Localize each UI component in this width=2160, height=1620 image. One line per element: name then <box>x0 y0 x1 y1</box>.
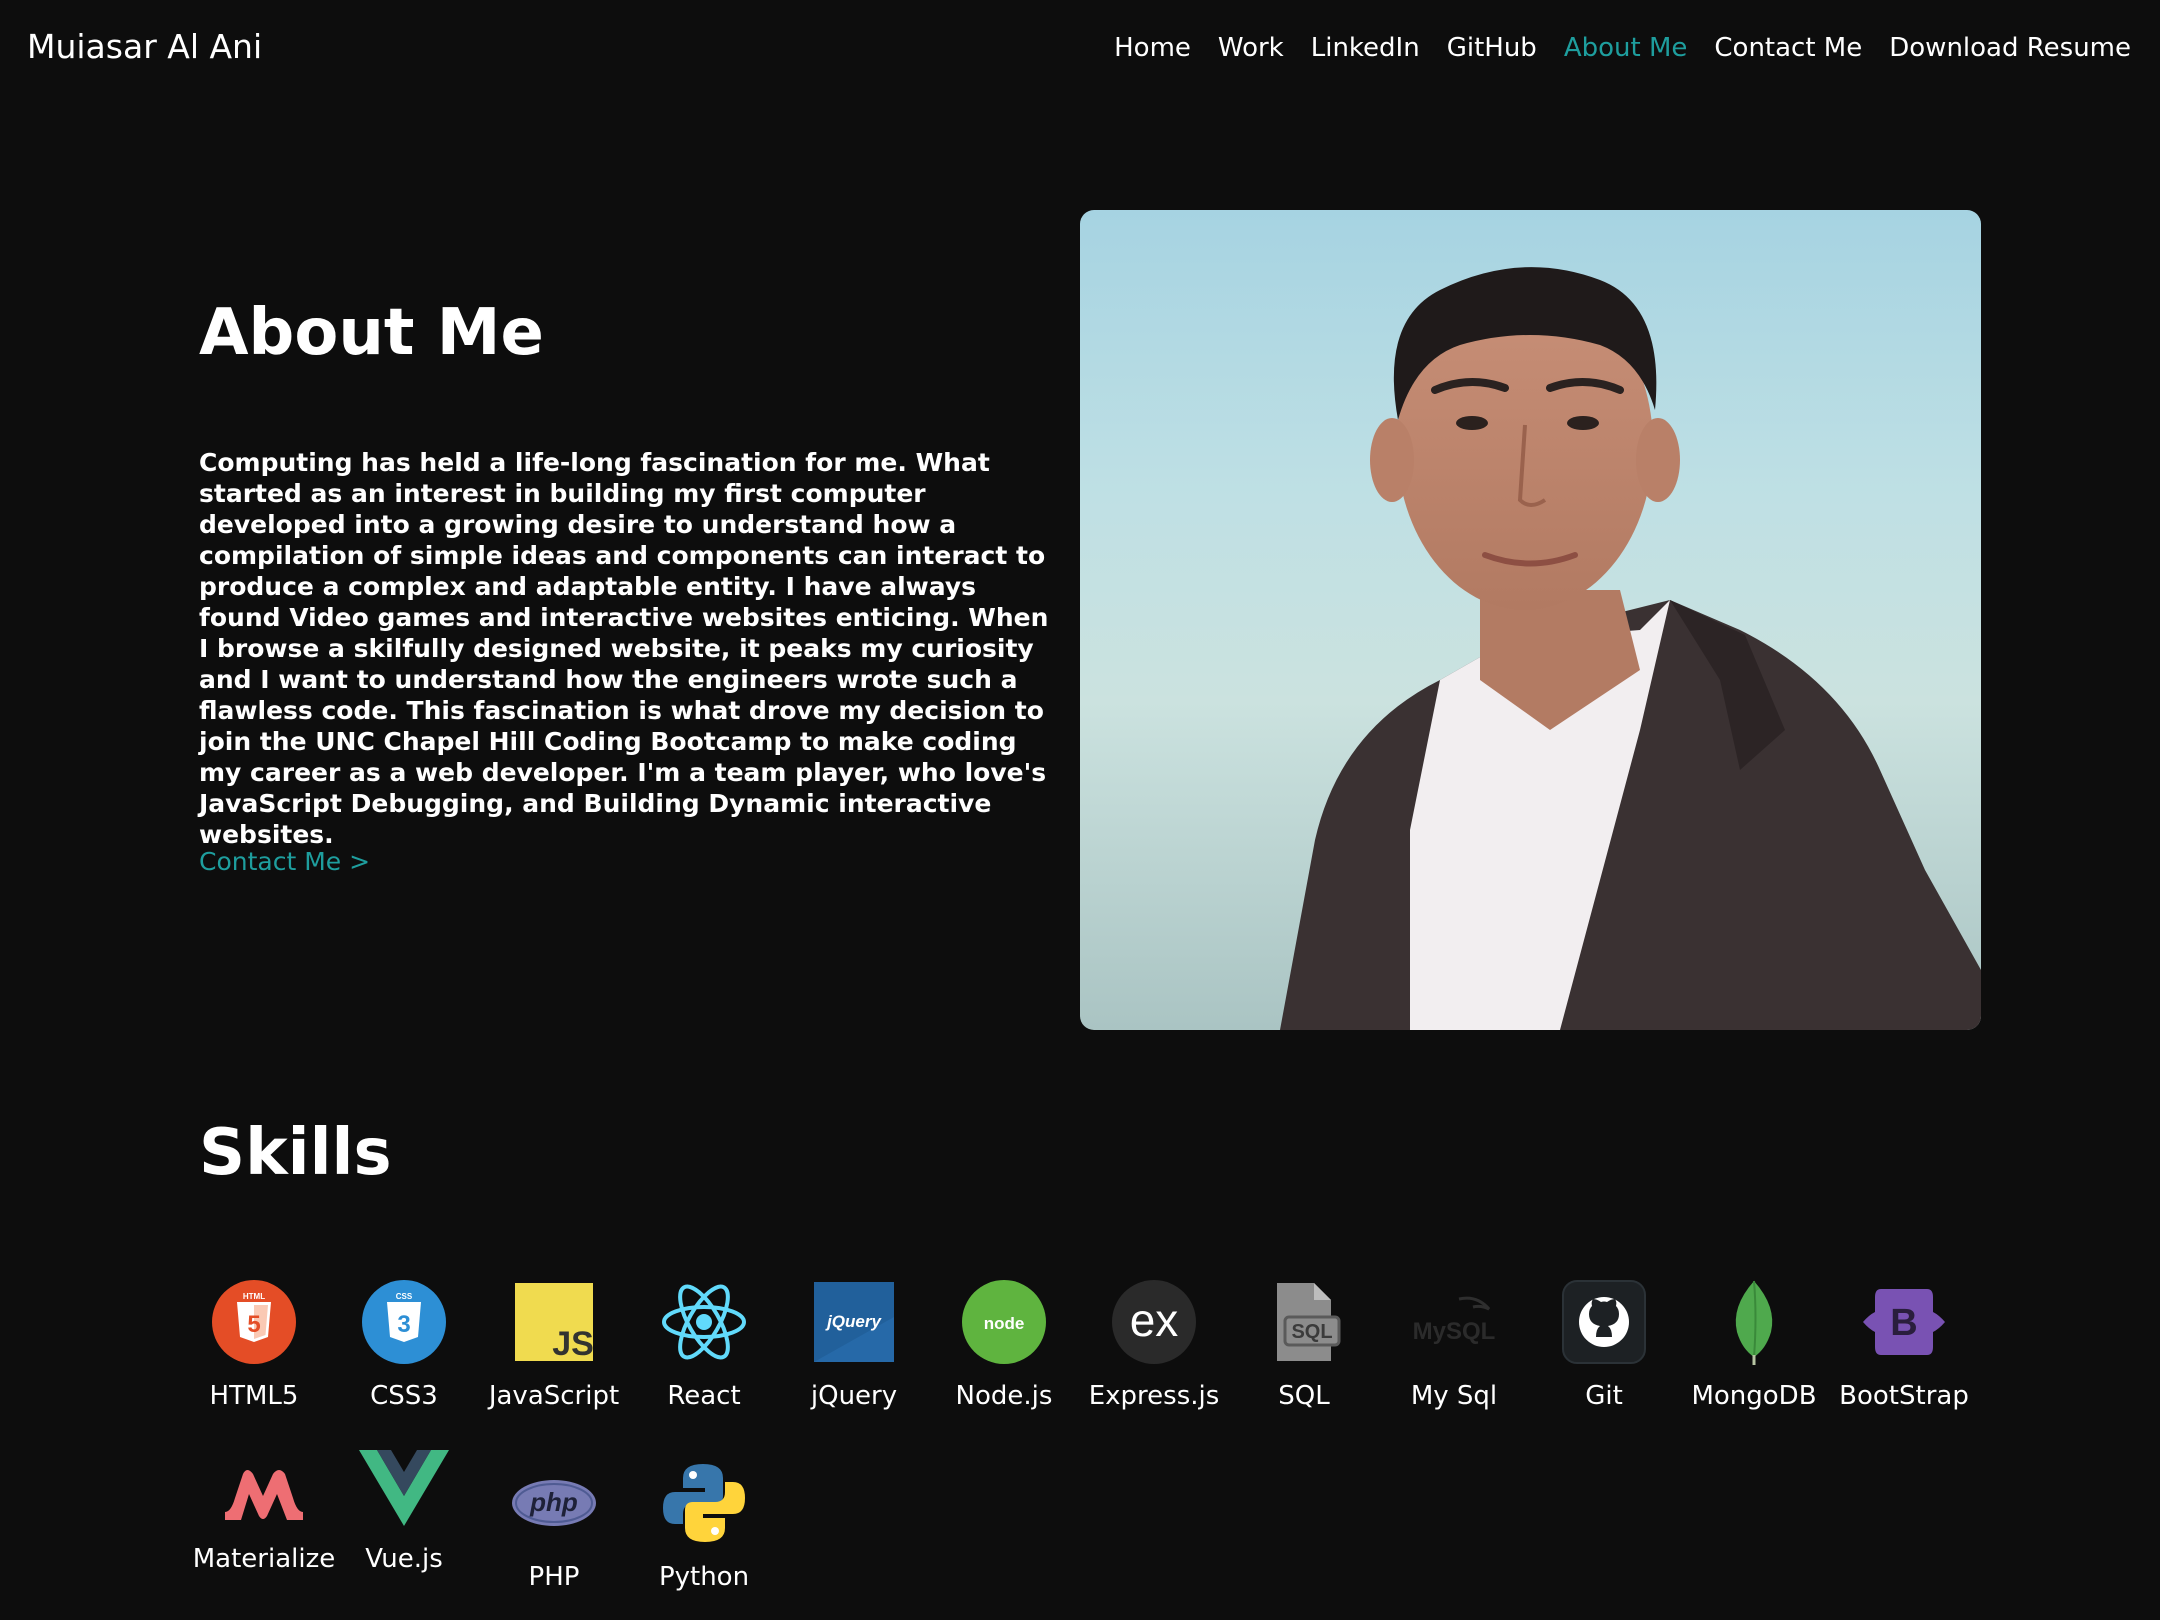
vuejs-icon <box>359 1450 449 1526</box>
main-nav: Home Work LinkedIn GitHub About Me Conta… <box>1114 30 2131 66</box>
mysql-logo-text: MySQL <box>1413 1318 1496 1345</box>
nav-contact-me[interactable]: Contact Me <box>1714 30 1862 66</box>
skill-sql: SQL SQL <box>1229 1277 1379 1413</box>
php-logo-text: php <box>529 1487 578 1517</box>
nav-linkedin[interactable]: LinkedIn <box>1311 30 1420 66</box>
about-title: About Me <box>199 296 544 370</box>
nav-home[interactable]: Home <box>1114 30 1191 66</box>
html5-logo-text: HTML <box>243 1292 265 1301</box>
site-brand[interactable]: Muiasar Al Ani <box>27 27 262 67</box>
expressjs-icon: ex <box>1112 1280 1196 1364</box>
svg-text:5: 5 <box>247 1311 260 1338</box>
svg-text:3: 3 <box>397 1311 410 1338</box>
skill-label: My Sql <box>1410 1381 1498 1411</box>
skill-label: Express.js <box>1088 1381 1220 1411</box>
skill-label: PHP <box>528 1562 580 1592</box>
skill-react: React <box>629 1277 779 1413</box>
nav-work[interactable]: Work <box>1218 30 1284 66</box>
skill-label: Materialize <box>192 1544 336 1574</box>
skill-python: Python <box>629 1458 779 1594</box>
skill-jquery: jQuery jQuery <box>779 1277 929 1413</box>
skill-javascript: JS JavaScript <box>479 1277 629 1413</box>
profile-photo-illustration <box>1280 267 1981 1030</box>
skill-expressjs: ex Express.js <box>1079 1277 1229 1413</box>
skill-mongodb: MongoDB <box>1679 1277 1829 1413</box>
javascript-icon: JS <box>515 1283 594 1363</box>
skill-label: React <box>667 1381 741 1411</box>
skill-materialize: Materialize <box>189 1440 339 1576</box>
skill-label: CSS3 <box>370 1381 438 1411</box>
materialize-icon <box>225 1470 303 1520</box>
about-paragraph: Computing has held a life-long fascinati… <box>199 448 1049 849</box>
skill-vuejs: Vue.js <box>329 1440 479 1576</box>
skill-label: Python <box>658 1562 750 1592</box>
css3-icon: CSS 3 <box>362 1280 446 1364</box>
skill-html5: HTML 5 HTML5 <box>179 1277 329 1413</box>
skill-label: BootStrap <box>1839 1381 1969 1411</box>
nav-github[interactable]: GitHub <box>1447 30 1537 66</box>
bootstrap-icon: B <box>1863 1289 1945 1355</box>
skill-git: Git <box>1529 1277 1679 1413</box>
mysql-icon: MySQL <box>1413 1296 1496 1345</box>
skill-label: Node.js <box>955 1381 1053 1411</box>
skill-php: php PHP <box>479 1458 629 1594</box>
skill-nodejs: node Node.js <box>929 1277 1079 1413</box>
skills-title: Skills <box>199 1116 392 1190</box>
javascript-logo-text: JS <box>552 1325 594 1363</box>
sql-file-icon: SQL <box>1277 1283 1341 1361</box>
nodejs-icon: node <box>962 1280 1046 1364</box>
jquery-logo-text: jQuery <box>825 1312 882 1331</box>
skill-label: Vue.js <box>365 1544 443 1574</box>
skill-label: SQL <box>1278 1381 1330 1411</box>
contact-me-link[interactable]: Contact Me > <box>199 845 370 879</box>
html5-icon: HTML 5 <box>212 1280 296 1364</box>
github-icon <box>1562 1280 1646 1364</box>
profile-photo <box>1080 210 1981 1030</box>
skill-bootstrap: B BootStrap <box>1829 1277 1979 1413</box>
skill-css3: CSS 3 CSS3 <box>329 1277 479 1413</box>
sql-logo-text: SQL <box>1291 1321 1332 1343</box>
css3-logo-text: CSS <box>396 1292 413 1301</box>
skill-label: Git <box>1585 1381 1623 1411</box>
python-icon <box>663 1464 745 1542</box>
jquery-icon: jQuery <box>814 1282 894 1362</box>
nav-about-me[interactable]: About Me <box>1564 30 1688 66</box>
nav-download-resume[interactable]: Download Resume <box>1889 30 2131 66</box>
php-icon: php <box>512 1480 596 1526</box>
bootstrap-logo-text: B <box>1890 1302 1917 1344</box>
react-icon <box>662 1284 746 1360</box>
skill-label: jQuery <box>810 1381 898 1411</box>
expressjs-logo-text: ex <box>1130 1294 1179 1346</box>
skill-label: JavaScript <box>488 1381 620 1411</box>
portfolio-page: Muiasar Al Ani Home Work LinkedIn GitHub… <box>0 0 2160 1620</box>
nodejs-logo-text: node <box>984 1314 1025 1333</box>
skill-mysql: MySQL My Sql <box>1379 1277 1529 1413</box>
mongodb-leaf-icon <box>1735 1280 1773 1365</box>
skill-label: HTML5 <box>209 1381 299 1411</box>
skill-label: MongoDB <box>1691 1381 1817 1411</box>
